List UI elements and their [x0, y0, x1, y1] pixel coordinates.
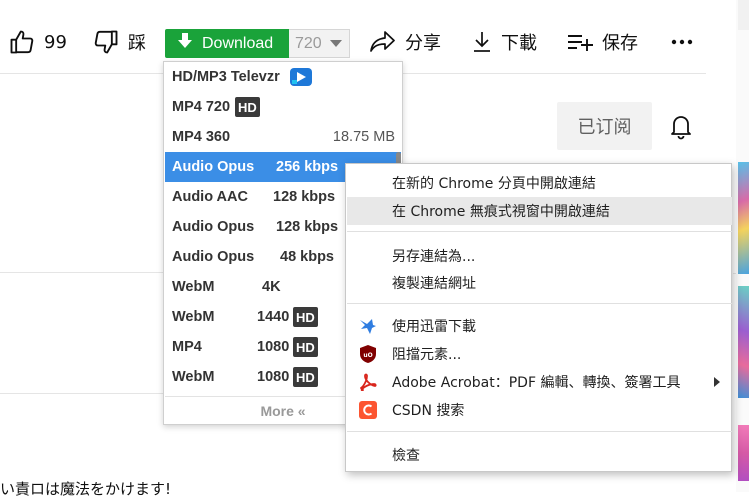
more-dots-icon: [670, 38, 694, 46]
resolution: 4K: [262, 279, 281, 295]
menu-item-label: 使用迅雷下載: [392, 319, 476, 335]
format-option-mp4-360[interactable]: MP4 360 18.75 MB: [165, 122, 401, 152]
menu-item-label: 另存連結為...: [392, 249, 476, 265]
hd-badge: HD: [293, 337, 318, 357]
video-thumbnail[interactable]: [738, 162, 749, 274]
resolution: 1080: [257, 369, 290, 385]
notification-bell-button[interactable]: [668, 112, 694, 144]
more-actions-button[interactable]: [670, 22, 694, 62]
menu-item-copy-link[interactable]: 複製連結網址: [347, 269, 732, 297]
menu-separator: [347, 431, 732, 432]
format-name: Audio Opus: [172, 159, 255, 175]
resolution: 1440: [257, 309, 290, 325]
file-size: 18.75 MB: [332, 129, 395, 145]
dislike-label: 踩: [128, 33, 146, 54]
bitrate: 128 kbps: [276, 219, 339, 235]
format-name: WebM: [172, 279, 215, 295]
menu-item-csdn-search[interactable]: CSDN 搜索: [347, 396, 732, 424]
quality-select[interactable]: 720: [289, 29, 350, 58]
menu-item-label: CSDN 搜索: [392, 403, 465, 419]
sidebar-scroll-region: [738, 0, 749, 30]
share-label: 分享: [405, 33, 441, 54]
format-name: MP4 360: [172, 129, 231, 145]
format-name: WebM: [172, 369, 215, 385]
menu-item-label: 複製連結網址: [392, 276, 476, 292]
ublock-shield-icon: uO: [359, 345, 377, 363]
offline-download-label: 下載: [501, 33, 537, 54]
format-name: Audio Opus: [172, 249, 255, 265]
menu-item-block-element[interactable]: uO 阻擋元素...: [347, 340, 732, 368]
download-widget: Download 720: [165, 29, 350, 58]
bell-icon: [668, 116, 694, 144]
like-count: 99: [44, 31, 67, 53]
televzr-logo-icon: [290, 68, 312, 90]
save-label: 保存: [602, 33, 638, 54]
dislike-button[interactable]: 踩: [92, 22, 146, 62]
download-label: Download: [202, 34, 274, 52]
format-name: Audio AAC: [172, 189, 248, 205]
bitrate: 256 kbps: [276, 159, 339, 175]
menu-item-inspect[interactable]: 檢查: [347, 441, 732, 469]
menu-item-label: 檢查: [392, 448, 420, 464]
context-menu: 在新的 Chrome 分頁中開啟連結 在 Chrome 無痕式視窗中開啟連結 另…: [345, 163, 732, 472]
hd-badge: HD: [293, 307, 318, 327]
subscribed-button[interactable]: 已订阅: [557, 102, 652, 150]
download-button[interactable]: Download: [165, 29, 289, 58]
format-name: WebM: [172, 309, 215, 325]
hd-badge: HD: [235, 97, 260, 117]
video-thumbnail[interactable]: [738, 425, 749, 481]
resolution: 1080: [257, 339, 290, 355]
offline-download-button[interactable]: 下載: [471, 22, 537, 62]
section-divider-left: [0, 272, 165, 273]
download-icon: [471, 30, 493, 54]
share-button[interactable]: 分享: [369, 22, 441, 62]
acrobat-icon: [359, 373, 377, 391]
format-option-televzr[interactable]: HD/MP3 Televzr: [165, 62, 401, 92]
menu-separator: [347, 303, 732, 304]
format-option-mp4-720[interactable]: MP4 720 HD: [165, 92, 401, 122]
svg-text:uO: uO: [363, 352, 372, 359]
video-thumbnail[interactable]: [738, 286, 749, 398]
format-name: HD/MP3 Televzr: [172, 69, 280, 85]
chevron-down-icon: [329, 40, 342, 47]
subscribed-label: 已订阅: [577, 117, 632, 138]
menu-separator: [347, 231, 732, 232]
menu-item-adobe-acrobat[interactable]: Adobe Acrobat：PDF 編輯、轉換、簽署工具: [347, 368, 732, 396]
menu-item-save-link-as[interactable]: 另存連結為...: [347, 242, 732, 270]
download-arrow-icon: [177, 32, 193, 55]
description-text: い責ロは魔法をかけます!: [0, 480, 172, 498]
csdn-icon: [359, 401, 377, 419]
menu-item-open-new-tab[interactable]: 在新的 Chrome 分頁中開啟連結: [347, 169, 732, 197]
section-divider-left-2: [0, 393, 165, 394]
format-name: MP4: [172, 339, 202, 355]
menu-item-label: Adobe Acrobat：PDF 編輯、轉換、簽署工具: [392, 375, 681, 391]
hd-badge: HD: [293, 367, 318, 387]
format-name: Audio Opus: [172, 219, 255, 235]
menu-item-label: 阻擋元素...: [392, 347, 462, 363]
playlist-add-icon: [566, 30, 594, 54]
menu-item-open-incognito[interactable]: 在 Chrome 無痕式視窗中開啟連結: [347, 197, 732, 225]
thunder-bird-icon: [359, 317, 377, 335]
bitrate: 128 kbps: [273, 189, 336, 205]
share-arrow-icon: [369, 29, 397, 55]
quality-value: 720: [295, 34, 322, 52]
menu-item-label: 在 Chrome 無痕式視窗中開啟連結: [392, 204, 610, 220]
thumbs-down-icon: [92, 28, 120, 56]
menu-item-thunder-download[interactable]: 使用迅雷下載: [347, 312, 732, 340]
save-button[interactable]: 保存: [566, 22, 638, 62]
menu-item-label: 在新的 Chrome 分頁中開啟連結: [392, 176, 596, 192]
thumbs-up-icon: [8, 28, 36, 56]
like-button[interactable]: 99: [8, 22, 67, 62]
bitrate: 48 kbps: [280, 249, 334, 265]
submenu-arrow-icon: [714, 377, 720, 387]
format-name: MP4 720: [172, 99, 231, 115]
